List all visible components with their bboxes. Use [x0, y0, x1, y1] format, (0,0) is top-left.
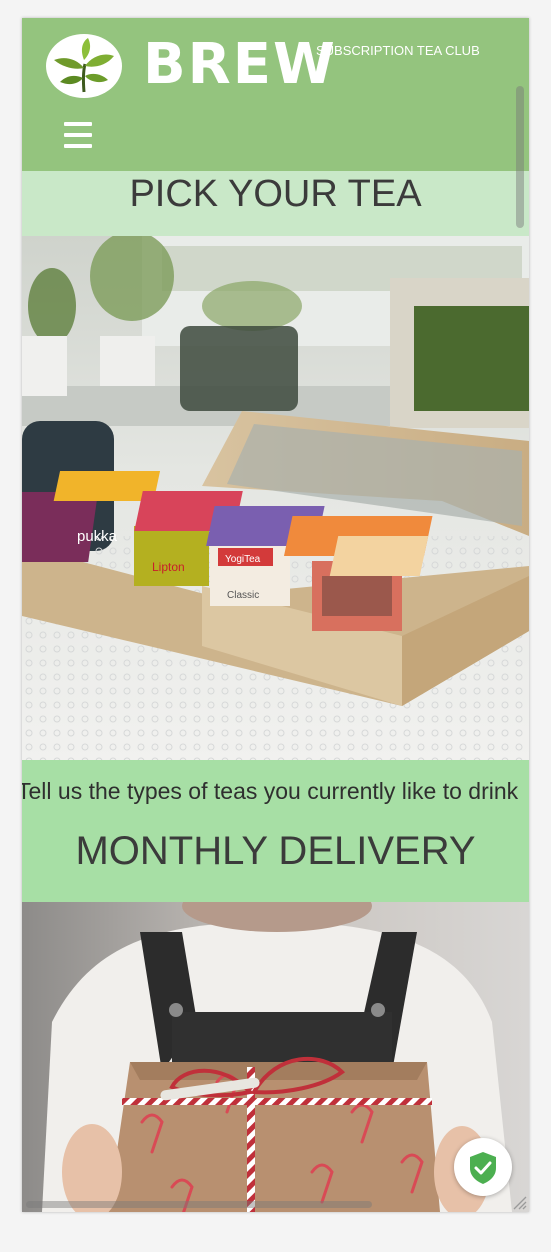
section-title-pick-your-tea: PICK YOUR TEA [22, 171, 529, 236]
gift-box-photo [22, 902, 529, 1212]
brand-tagline: SUBSCRIPTION TEA CLUB [316, 43, 480, 58]
svg-text:Lipton: Lipton [152, 560, 185, 574]
vertical-scrollbar[interactable] [516, 86, 524, 228]
pick-your-tea-description: Tell us the types of teas you currently … [22, 778, 519, 804]
pick-your-tea-description-strip: Tell us the types of teas you currently … [22, 760, 529, 809]
tea-leaves-icon[interactable] [46, 34, 122, 98]
shield-check-icon[interactable] [454, 1138, 512, 1196]
hamburger-menu-icon[interactable] [64, 122, 92, 148]
tea-box-photo: pukka Lipton YogiTea Classic [22, 236, 529, 760]
svg-text:Classic: Classic [227, 590, 259, 601]
section-title-monthly-delivery: MONTHLY DELIVERY [22, 809, 529, 902]
resize-grip-icon[interactable] [511, 1194, 527, 1210]
svg-text:pukka: pukka [77, 528, 118, 545]
browser-viewport: BREW SUBSCRIPTION TEA CLUB PICK YOUR TEA [22, 18, 529, 1212]
brand-name[interactable]: BREW [143, 30, 337, 100]
horizontal-scrollbar[interactable] [26, 1201, 372, 1208]
site-header: BREW SUBSCRIPTION TEA CLUB [22, 18, 529, 171]
svg-text:YogiTea: YogiTea [225, 554, 261, 565]
